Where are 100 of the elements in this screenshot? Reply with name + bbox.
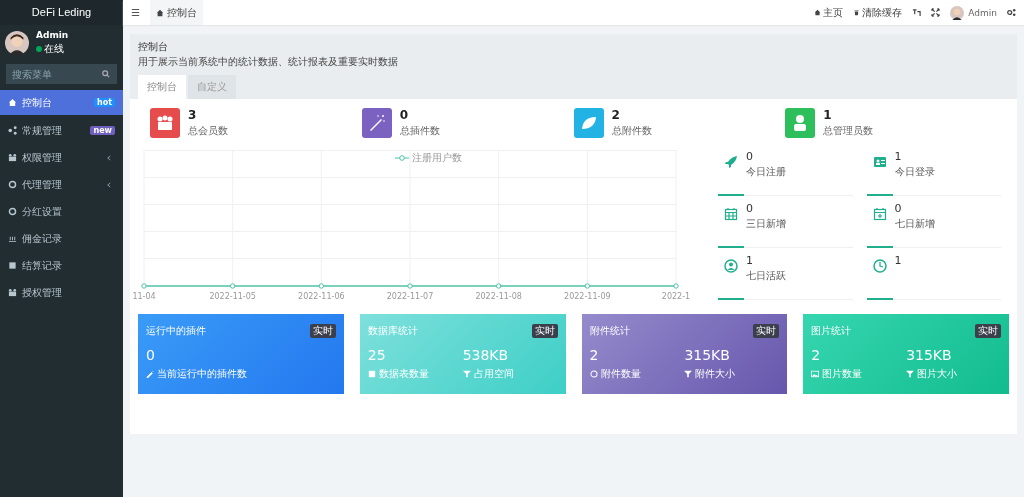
menu-badge: new — [90, 126, 115, 135]
data-point — [229, 283, 236, 289]
data-point — [584, 283, 591, 289]
data-point — [318, 283, 325, 289]
menu-button[interactable]: ☰ — [131, 7, 140, 18]
axis-label: 2022-11-09 — [564, 292, 611, 301]
search-icon — [102, 70, 110, 78]
avatar-icon[interactable] — [950, 5, 965, 20]
stat-label: 七日新增 — [894, 217, 935, 231]
realtime-badge: 实时 — [531, 324, 558, 338]
stat-value: 0 — [399, 108, 410, 122]
avatar-icon — [5, 31, 29, 55]
search-field[interactable]: 搜索菜单 — [6, 64, 117, 84]
card-title: 运行中的插件 — [146, 324, 206, 338]
menu-item[interactable]: 分红设置 — [0, 198, 123, 225]
menu-item[interactable]: 权限管理 — [0, 144, 123, 171]
settings-icon[interactable] — [1007, 8, 1016, 17]
stat-value: 1 — [746, 254, 754, 267]
menu-item[interactable]: 佣金记录 — [0, 225, 123, 252]
menu-item[interactable]: 代理管理 — [0, 171, 123, 198]
axis-label: 2022-1 — [661, 292, 691, 301]
translate-icon[interactable] — [912, 8, 922, 17]
card-title: 附件统计 — [589, 324, 630, 338]
stat-label: 今日注册 — [746, 165, 786, 179]
data-point — [141, 283, 147, 289]
menu-item[interactable]: 授权管理 — [0, 279, 123, 306]
axis-label: 2022-11-08 — [475, 292, 522, 301]
card-label: 数据表数量 — [378, 367, 429, 381]
card-value: 25 — [367, 347, 387, 363]
stat-label: 七日活跃 — [746, 269, 786, 283]
card-value: 0 — [146, 347, 156, 363]
home-icon — [814, 9, 822, 16]
stat-label: 总附件数 — [611, 124, 652, 138]
menu-item[interactable]: 控制台 hot — [0, 90, 123, 115]
stat-value: 3 — [188, 108, 198, 122]
filter-icon — [462, 370, 471, 378]
user-name: Admin — [36, 30, 69, 40]
card-value: 2 — [589, 347, 600, 363]
axis-label: 2022-11-06 — [298, 292, 345, 301]
filter-icon — [906, 370, 915, 378]
filter-icon — [684, 370, 693, 378]
user-name[interactable]: Admin — [968, 7, 997, 18]
trash-icon — [853, 9, 861, 16]
stat-value: 2 — [611, 108, 621, 122]
realtime-badge: 实时 — [309, 324, 336, 338]
realtime-badge: 实时 — [753, 324, 780, 338]
group-icon — [8, 153, 17, 162]
app-logo: DeFi Leding — [0, 0, 123, 25]
card-value: 315KB — [684, 347, 731, 363]
circle-icon — [8, 207, 17, 216]
card-label: 占用空间 — [473, 367, 514, 381]
top-link[interactable]: 主页 — [814, 5, 844, 20]
rocket-icon — [724, 155, 738, 169]
user-status: 在线 — [44, 42, 64, 56]
card-label: 图片数量 — [822, 367, 863, 381]
calendar-plus-icon — [872, 207, 887, 221]
wand-icon — [146, 370, 154, 378]
fullscreen-icon[interactable] — [931, 8, 941, 17]
card-title: 数据库统计 — [367, 324, 418, 338]
calendar-icon — [724, 207, 738, 221]
home-icon — [8, 98, 17, 107]
card-title: 图片统计 — [811, 324, 852, 338]
menu-item[interactable]: 结算记录 — [0, 252, 123, 279]
stat-value: 1 — [894, 150, 903, 163]
online-dot — [36, 46, 42, 52]
card-label: 当前运行中的插件数 — [157, 367, 247, 381]
top-link[interactable]: 清除缓存 — [853, 5, 903, 20]
stat-label: 总会员数 — [188, 124, 228, 138]
card-value: 2 — [811, 347, 822, 363]
card-value: 315KB — [906, 347, 953, 363]
axis-label: 2022-11-05 — [209, 292, 256, 301]
axis-label: 2022-11-07 — [386, 292, 434, 301]
data-point — [495, 283, 502, 289]
axis-label: 11-04 — [132, 292, 156, 301]
home-icon — [155, 8, 164, 17]
card-label: 附件大小 — [695, 367, 736, 381]
page-tab[interactable]: 控制台 — [138, 75, 186, 99]
stat-value: 0 — [746, 202, 754, 215]
card-label: 图片大小 — [917, 367, 958, 381]
nav-tab[interactable]: 控制台 — [149, 0, 203, 25]
data-point — [407, 283, 413, 289]
stat-label: 三日新增 — [746, 217, 786, 231]
menu-item[interactable]: 常规管理 new — [0, 117, 123, 144]
id-card-icon — [872, 155, 887, 169]
stat-value: 1 — [823, 108, 833, 122]
page-title: 控制台 — [138, 40, 169, 54]
stat-value: 0 — [894, 202, 903, 215]
share-icon — [8, 126, 17, 135]
stat-label: 今日登录 — [894, 165, 935, 179]
group-icon — [8, 288, 17, 297]
stat-value: 1 — [894, 254, 902, 267]
clock-icon — [872, 259, 887, 273]
menu-badge: hot — [94, 98, 115, 107]
legend-label: 注册用户数 — [412, 151, 462, 165]
realtime-badge: 实时 — [975, 324, 1001, 338]
card-label: 附件数量 — [600, 367, 641, 381]
data-point — [673, 283, 679, 289]
image-icon — [811, 370, 820, 378]
stat-value: 0 — [746, 150, 754, 163]
card-value: 538KB — [462, 347, 510, 363]
